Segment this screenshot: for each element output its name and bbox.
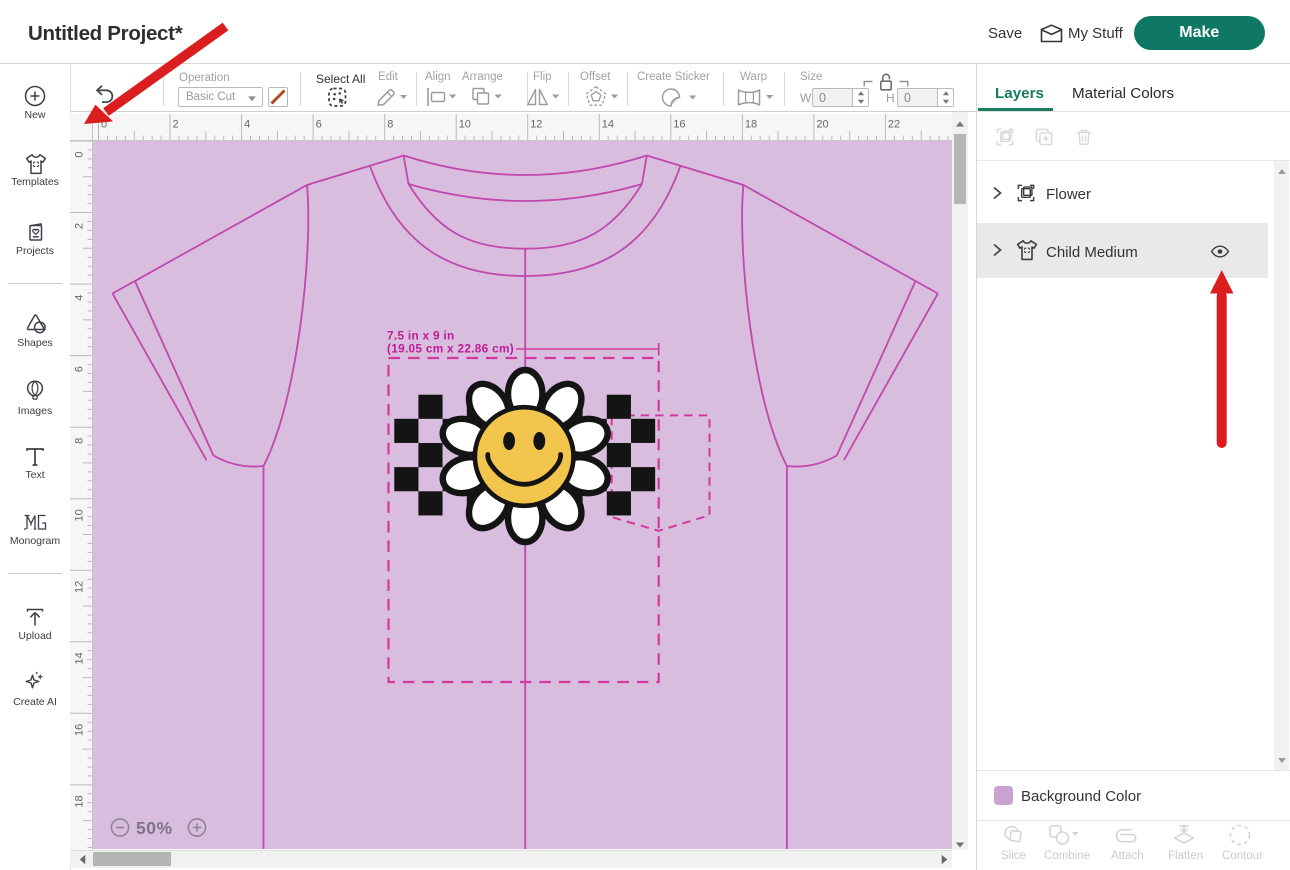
svg-text:14: 14 [74, 652, 86, 664]
svg-text:6: 6 [316, 119, 322, 131]
svg-text:22: 22 [888, 119, 900, 131]
svg-text:16: 16 [673, 119, 685, 131]
svg-text:16: 16 [74, 724, 86, 736]
svg-text:14: 14 [602, 119, 614, 131]
svg-text:10: 10 [74, 509, 86, 521]
svg-text:20: 20 [816, 119, 828, 131]
svg-text:0: 0 [101, 119, 107, 131]
svg-text:0: 0 [74, 152, 86, 158]
svg-text:4: 4 [74, 295, 86, 301]
svg-text:50%: 50% [136, 818, 173, 838]
svg-text:4: 4 [244, 119, 250, 131]
svg-text:10: 10 [459, 119, 471, 131]
svg-text:8: 8 [74, 438, 86, 444]
svg-text:12: 12 [74, 581, 86, 593]
svg-text:8: 8 [387, 119, 393, 131]
svg-text:6: 6 [74, 366, 86, 372]
svg-text:18: 18 [74, 795, 86, 807]
svg-text:12: 12 [530, 119, 542, 131]
svg-text:18: 18 [745, 119, 757, 131]
svg-text:2: 2 [173, 119, 179, 131]
svg-text:(19.05 cm x 22.86 cm): (19.05 cm x 22.86 cm) [387, 342, 514, 356]
svg-text:2: 2 [74, 223, 86, 229]
svg-text:7.5 in x 9 in: 7.5 in x 9 in [387, 329, 455, 343]
